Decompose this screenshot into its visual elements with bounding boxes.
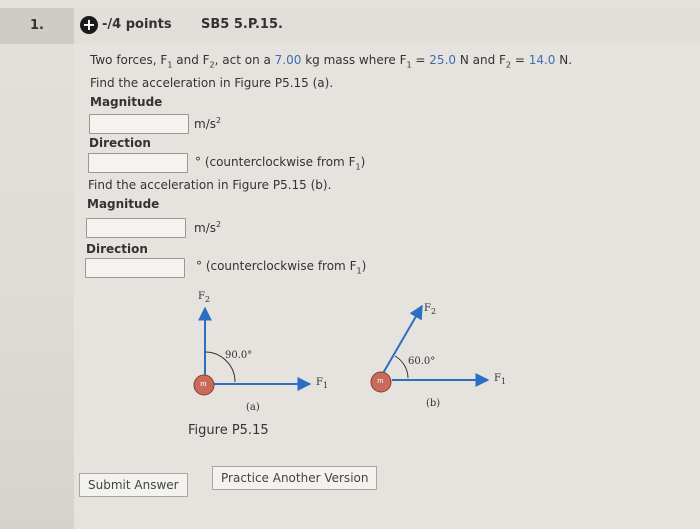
figure-b-angle-arc bbox=[394, 355, 409, 379]
submit-answer-button[interactable]: Submit Answer bbox=[79, 473, 188, 497]
figure-b-f2-label: F2 bbox=[424, 303, 437, 316]
figure-a-f1-label: F1 bbox=[316, 377, 329, 390]
figure-b-angle-label: 60.0° bbox=[408, 356, 436, 367]
figure-caption: Figure P5.15 bbox=[188, 423, 269, 438]
figure-a-f2-label: F2 bbox=[198, 291, 211, 304]
figure-a-mass-label: m bbox=[200, 380, 207, 388]
figure-a-label: (a) bbox=[246, 402, 260, 413]
figure-b-label: (b) bbox=[426, 398, 441, 409]
figure-b-f1-label: F1 bbox=[494, 373, 507, 386]
figure-a-angle-label: 90.0° bbox=[225, 350, 253, 361]
figure-b bbox=[370, 304, 490, 393]
practice-another-version-button[interactable]: Practice Another Version bbox=[212, 466, 378, 490]
figure-b-mass-label: m bbox=[377, 377, 384, 385]
figure-p5-15 bbox=[193, 304, 490, 396]
